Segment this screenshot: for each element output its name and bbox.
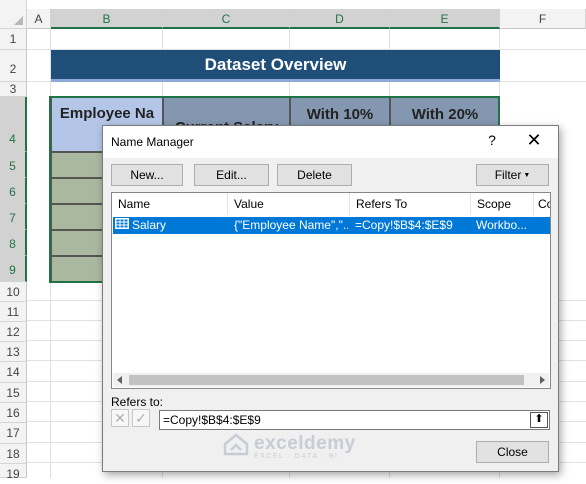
row-header-6[interactable]: 6 <box>0 178 27 204</box>
horizontal-scrollbar[interactable] <box>113 373 549 387</box>
cancel-edit-icon[interactable]: ✕ <box>111 409 129 427</box>
help-icon[interactable]: ? <box>483 132 501 148</box>
dropdown-arrow-icon: ▼ <box>523 172 531 179</box>
row-header-19[interactable]: 19 <box>0 464 27 481</box>
row-header-10[interactable]: 10 <box>0 282 27 302</box>
row-scope: Workbo... <box>476 218 528 232</box>
column-header-e[interactable]: E <box>390 9 500 29</box>
column-header-f[interactable]: F <box>500 9 586 29</box>
row-name: Salary <box>132 218 167 232</box>
column-header-c[interactable]: C <box>163 9 290 29</box>
row-header-2[interactable]: 2 <box>0 50 27 82</box>
row-header-3[interactable]: 3 <box>0 82 27 97</box>
row-header-18[interactable]: 18 <box>0 444 27 464</box>
dialog-title-bar[interactable]: Name Manager ? ✕ <box>103 126 558 158</box>
exceldemy-watermark: exceldemy EXCEL · DATA · BI <box>222 432 356 460</box>
column-header-a[interactable]: A <box>27 9 51 29</box>
exceldemy-logo-icon <box>223 433 249 456</box>
column-name[interactable]: Name <box>112 193 228 215</box>
select-all-corner[interactable] <box>0 0 27 29</box>
scroll-right-icon[interactable] <box>540 376 545 384</box>
name-row-salary[interactable]: Salary {"Employee Name","... =Copy!$B$4:… <box>112 216 550 235</box>
select-all-triangle-icon <box>14 16 23 25</box>
refers-to-label: Refers to: <box>111 395 164 409</box>
names-list[interactable]: Name Value Refers To Scope Co Salary {"E… <box>111 192 551 389</box>
edit-button[interactable]: Edit... <box>194 164 269 186</box>
column-header-d[interactable]: D <box>290 9 390 29</box>
scroll-left-icon[interactable] <box>117 376 122 384</box>
row-header-7[interactable]: 7 <box>0 204 27 230</box>
dialog-title: Name Manager <box>111 135 194 149</box>
column-comment[interactable]: Co <box>534 193 550 215</box>
row-header-16[interactable]: 16 <box>0 403 27 423</box>
row-header-4[interactable]: 4 <box>0 97 27 152</box>
row-header-8[interactable]: 8 <box>0 230 27 256</box>
filter-label: Filter <box>494 168 522 182</box>
row-header-11[interactable]: 11 <box>0 302 27 322</box>
row-refers-to: =Copy!$B$4:$E$9 <box>355 218 453 232</box>
row-header-1[interactable]: 1 <box>0 29 27 50</box>
close-button[interactable]: Close <box>476 441 549 463</box>
column-scope[interactable]: Scope <box>471 193 534 215</box>
row-header-17[interactable]: 17 <box>0 423 27 444</box>
table-name-icon <box>115 217 131 234</box>
row-header-9[interactable]: 9 <box>0 256 27 282</box>
row-value: {"Employee Name","... <box>234 218 348 232</box>
row-header-5[interactable]: 5 <box>0 152 27 178</box>
row-header-14[interactable]: 14 <box>0 362 27 383</box>
row-header-15[interactable]: 15 <box>0 383 27 403</box>
column-value[interactable]: Value <box>228 193 350 215</box>
confirm-edit-icon[interactable]: ✓ <box>132 409 150 427</box>
column-refers-to[interactable]: Refers To <box>350 193 471 215</box>
collapse-dialog-icon[interactable]: ⬆ <box>530 412 548 428</box>
column-header-b[interactable]: B <box>51 9 163 29</box>
watermark-name: exceldemy <box>254 433 356 454</box>
row-header-13[interactable]: 13 <box>0 342 27 362</box>
close-icon[interactable]: ✕ <box>523 130 545 151</box>
scrollbar-thumb[interactable] <box>129 375 524 385</box>
name-manager-dialog: Name Manager ? ✕ New... Edit... Delete F… <box>102 125 559 472</box>
row-header-12[interactable]: 12 <box>0 322 27 342</box>
new-button[interactable]: New... <box>111 164 183 186</box>
dataset-title: Dataset Overview <box>51 50 500 82</box>
delete-button[interactable]: Delete <box>277 164 352 186</box>
filter-button[interactable]: Filter ▼ <box>476 164 549 186</box>
refers-to-input[interactable]: =Copy!$B$4:$E$9 <box>159 410 550 430</box>
